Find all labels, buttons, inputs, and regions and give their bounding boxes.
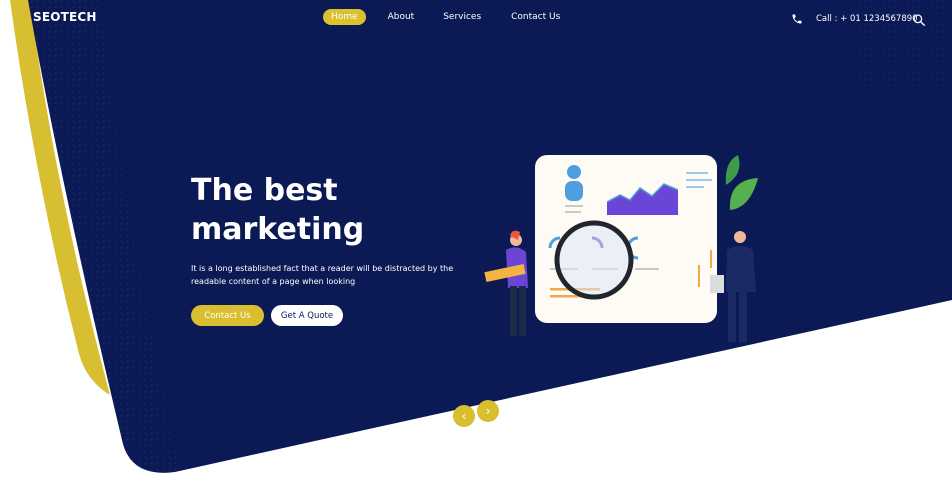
nav-item-services[interactable]: Services xyxy=(443,9,481,25)
contact-us-button[interactable]: Contact Us xyxy=(191,305,264,326)
marketing-illustration xyxy=(484,155,758,342)
phone-icon xyxy=(792,14,802,24)
carousel-next-button[interactable]: › xyxy=(477,400,499,422)
search-icon[interactable] xyxy=(912,13,926,27)
hero-title: The best marketing xyxy=(191,173,365,247)
call-text[interactable]: Call : + 01 1234567890 xyxy=(816,14,918,24)
nav-item-contact[interactable]: Contact Us xyxy=(511,9,560,25)
get-a-quote-button[interactable]: Get A Quote xyxy=(271,305,343,326)
nav-item-about[interactable]: About xyxy=(388,9,415,25)
chevron-left-icon: ‹ xyxy=(461,409,467,423)
hero-background xyxy=(10,0,952,473)
brand-logo[interactable]: SEOTECH xyxy=(33,10,97,24)
hero-description: It is a long established fact that a rea… xyxy=(191,264,454,286)
main-nav: Home About Services Contact Us xyxy=(323,9,560,25)
chevron-right-icon: › xyxy=(485,404,491,418)
hero-section: SEOTECH Home About Services Contact Us C… xyxy=(0,0,952,483)
carousel-prev-button[interactable]: ‹ xyxy=(453,405,475,427)
nav-item-home[interactable]: Home xyxy=(323,9,366,25)
